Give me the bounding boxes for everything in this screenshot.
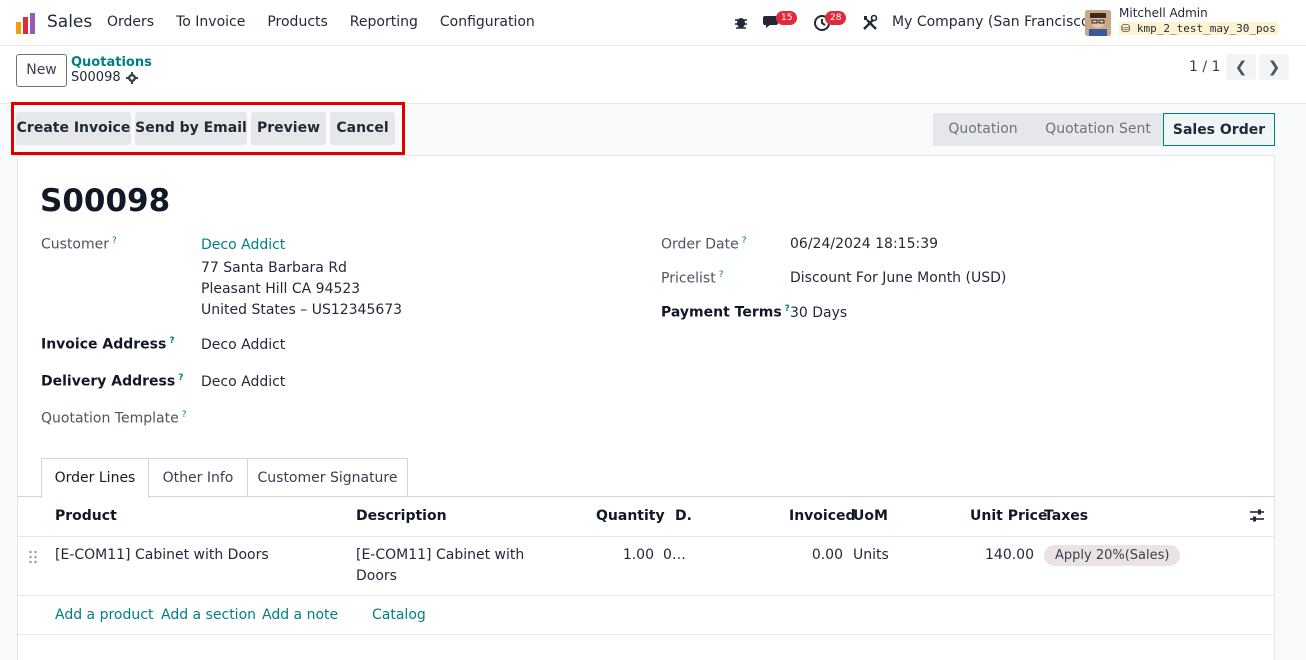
menu-to-invoice[interactable]: To Invoice bbox=[176, 14, 245, 30]
pager-previous-button[interactable]: ❮ bbox=[1226, 54, 1256, 80]
add-product-link[interactable]: Add a product bbox=[55, 607, 153, 623]
add-section-link[interactable]: Add a section bbox=[161, 607, 256, 623]
page-title: S00098 bbox=[40, 183, 171, 219]
top-navbar: Sales Orders To Invoice Products Reporti… bbox=[0, 0, 1306, 46]
column-header-uom[interactable]: UoM bbox=[853, 508, 888, 524]
status-sales-order[interactable]: Sales Order bbox=[1163, 113, 1275, 146]
chevron-left-icon: ❮ bbox=[1234, 58, 1248, 76]
settings-tools-icon[interactable] bbox=[861, 14, 879, 32]
drag-handle-icon[interactable] bbox=[28, 550, 38, 564]
invoice-address-label: Invoice Address? bbox=[41, 336, 175, 353]
column-header-taxes[interactable]: Taxes bbox=[1044, 508, 1088, 524]
invoice-address-field[interactable]: Deco Addict bbox=[201, 337, 285, 353]
quotation-template-label: Quotation Template? bbox=[41, 410, 187, 427]
footer-divider bbox=[17, 634, 1275, 635]
menu-reporting[interactable]: Reporting bbox=[350, 14, 418, 30]
delivery-address-field[interactable]: Deco Addict bbox=[201, 374, 285, 390]
header-divider bbox=[17, 536, 1275, 537]
row-divider bbox=[17, 595, 1275, 596]
database-label: kmp_2_test_may_30_pos bbox=[1136, 22, 1276, 35]
row-tax-badge[interactable]: Apply 20%(Sales) bbox=[1044, 545, 1181, 566]
delivery-address-label: Delivery Address? bbox=[41, 373, 184, 390]
row-product[interactable]: [E-COM11] Cabinet with Doors bbox=[55, 547, 269, 563]
quotation-template-field[interactable] bbox=[201, 408, 501, 430]
action-buttons-highlight bbox=[11, 102, 405, 155]
row-invoiced: 0.00 bbox=[811, 547, 843, 563]
company-switcher[interactable]: My Company (San Francisco) bbox=[892, 14, 1095, 30]
column-header-product[interactable]: Product bbox=[55, 508, 117, 524]
database-name: ⛁ kmp_2_test_may_30_pos bbox=[1119, 22, 1278, 35]
control-panel: New Quotations S00098 1 / 1 ❮ ❯ bbox=[0, 46, 1306, 104]
row-unit-price[interactable]: 140.00 bbox=[960, 547, 1034, 563]
customer-address-line2: Pleasant Hill CA 94523 bbox=[201, 281, 361, 297]
payment-terms-label: Payment Terms? bbox=[661, 304, 790, 321]
customer-address-line3: United States – US12345673 bbox=[201, 302, 403, 318]
tab-customer-signature[interactable]: Customer Signature bbox=[247, 458, 408, 497]
order-date-label: Order Date? bbox=[661, 236, 747, 253]
chevron-right-icon: ❯ bbox=[1267, 58, 1281, 76]
pricelist-field[interactable]: Discount For June Month (USD) bbox=[790, 270, 1006, 286]
row-description-line2[interactable]: Doors bbox=[356, 568, 397, 584]
customer-address-line1: 77 Santa Barbara Rd bbox=[201, 260, 347, 276]
menu-products[interactable]: Products bbox=[267, 14, 327, 30]
row-description-line1[interactable]: [E-COM11] Cabinet with bbox=[356, 547, 524, 563]
messages-count-badge: 15 bbox=[776, 11, 798, 25]
user-avatar[interactable] bbox=[1085, 10, 1111, 36]
activities-count-badge: 28 bbox=[825, 11, 847, 25]
column-header-unit-price[interactable]: Unit Price bbox=[970, 508, 1047, 524]
add-note-link[interactable]: Add a note bbox=[262, 607, 338, 623]
column-header-invoiced[interactable]: Invoiced bbox=[789, 508, 856, 524]
row-quantity[interactable]: 1.00 bbox=[612, 547, 654, 563]
new-button[interactable]: New bbox=[16, 54, 67, 87]
order-date-field[interactable]: 06/24/2024 18:15:39 bbox=[790, 236, 938, 252]
database-icon: ⛁ bbox=[1121, 22, 1131, 35]
sales-app-icon[interactable] bbox=[15, 12, 37, 34]
breadcrumb-current-record: S00098 bbox=[71, 70, 121, 85]
menu-orders[interactable]: Orders bbox=[107, 14, 154, 30]
customer-label: Customer? bbox=[41, 236, 117, 253]
status-quotation-sent[interactable]: Quotation Sent bbox=[1033, 113, 1163, 146]
payment-terms-field[interactable]: 30 Days bbox=[790, 305, 847, 321]
pager-value[interactable]: 1 / 1 bbox=[1189, 59, 1220, 75]
catalog-link[interactable]: Catalog bbox=[372, 607, 426, 623]
row-delivered[interactable]: 0… bbox=[663, 547, 686, 563]
main-menu: Orders To Invoice Products Reporting Con… bbox=[107, 14, 557, 30]
status-quotation[interactable]: Quotation bbox=[933, 113, 1033, 146]
customer-field[interactable]: Deco Addict bbox=[201, 237, 285, 253]
user-name[interactable]: Mitchell Admin bbox=[1119, 6, 1208, 20]
pager-next-button[interactable]: ❯ bbox=[1259, 54, 1289, 80]
menu-configuration[interactable]: Configuration bbox=[440, 14, 535, 30]
app-name[interactable]: Sales bbox=[47, 12, 92, 32]
breadcrumb-quotations[interactable]: Quotations bbox=[71, 55, 152, 70]
column-header-delivered[interactable]: D. bbox=[675, 508, 692, 524]
tab-other-info[interactable]: Other Info bbox=[148, 458, 248, 497]
row-uom[interactable]: Units bbox=[853, 547, 889, 563]
debug-bug-icon[interactable] bbox=[733, 14, 749, 30]
tab-order-lines[interactable]: Order Lines bbox=[41, 458, 149, 498]
gear-icon[interactable] bbox=[126, 72, 138, 84]
column-header-description[interactable]: Description bbox=[356, 508, 447, 524]
pricelist-label: Pricelist? bbox=[661, 270, 724, 287]
optional-columns-sliders-icon[interactable] bbox=[1249, 509, 1265, 523]
column-header-quantity[interactable]: Quantity bbox=[596, 508, 665, 524]
